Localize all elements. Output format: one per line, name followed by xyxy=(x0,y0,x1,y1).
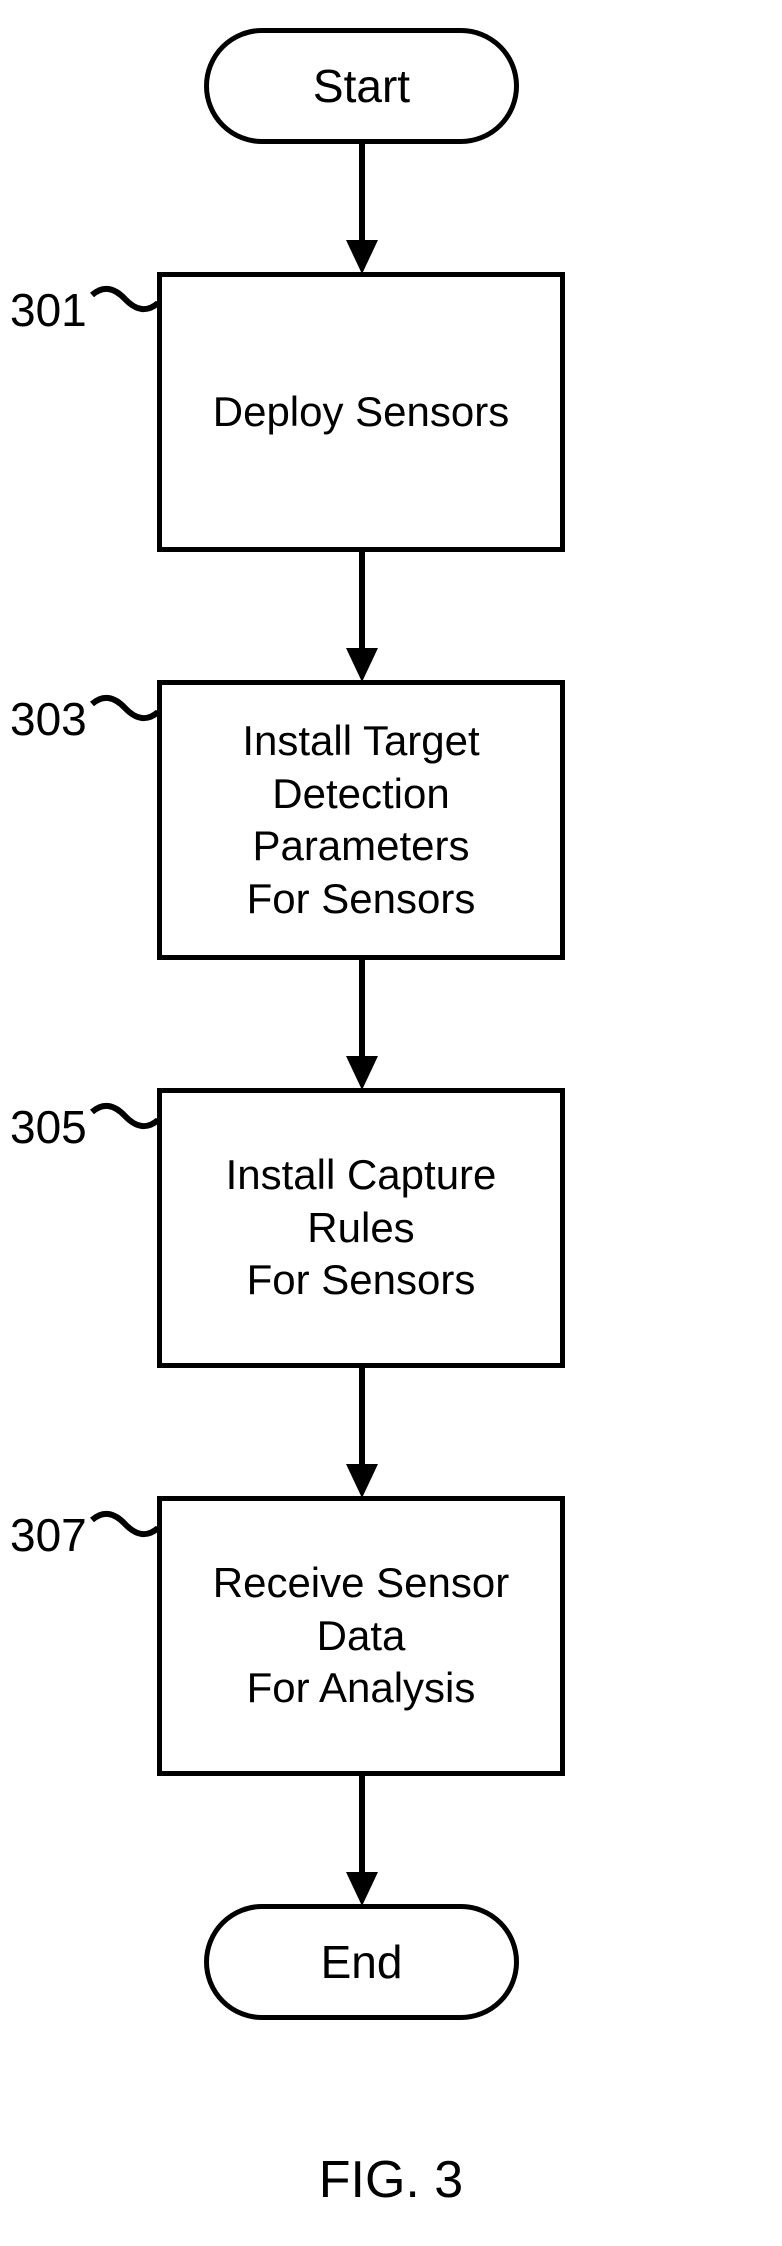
step-303-box: Install Target Detection Parameters For … xyxy=(157,680,565,960)
ref-303-connector xyxy=(90,694,160,734)
step-307-box: Receive Sensor Data For Analysis xyxy=(157,1496,565,1776)
step-307-label: Receive Sensor Data For Analysis xyxy=(172,1557,550,1715)
end-label: End xyxy=(321,1935,403,1989)
ref-305: 305 xyxy=(10,1100,87,1154)
figure-label: FIG. 3 xyxy=(0,2150,782,2210)
end-terminator: End xyxy=(204,1904,519,2020)
arrow-301-to-303 xyxy=(340,552,384,682)
flowchart-canvas: Start 301 Deploy Sensors 303 Install Tar… xyxy=(0,0,782,2246)
ref-301: 301 xyxy=(10,283,87,337)
arrow-start-to-301 xyxy=(340,144,384,274)
ref-303: 303 xyxy=(10,692,87,746)
ref-301-connector xyxy=(90,285,160,325)
ref-307: 307 xyxy=(10,1508,87,1562)
step-305-box: Install Capture Rules For Sensors xyxy=(157,1088,565,1368)
ref-307-connector xyxy=(90,1510,160,1550)
start-terminator: Start xyxy=(204,28,519,144)
arrow-303-to-305 xyxy=(340,960,384,1090)
step-305-label: Install Capture Rules For Sensors xyxy=(172,1149,550,1307)
ref-305-connector xyxy=(90,1102,160,1142)
arrow-307-to-end xyxy=(340,1776,384,1906)
arrow-305-to-307 xyxy=(340,1368,384,1498)
step-301-label: Deploy Sensors xyxy=(213,386,509,439)
start-label: Start xyxy=(313,59,410,113)
step-301-box: Deploy Sensors xyxy=(157,272,565,552)
step-303-label: Install Target Detection Parameters For … xyxy=(172,715,550,925)
